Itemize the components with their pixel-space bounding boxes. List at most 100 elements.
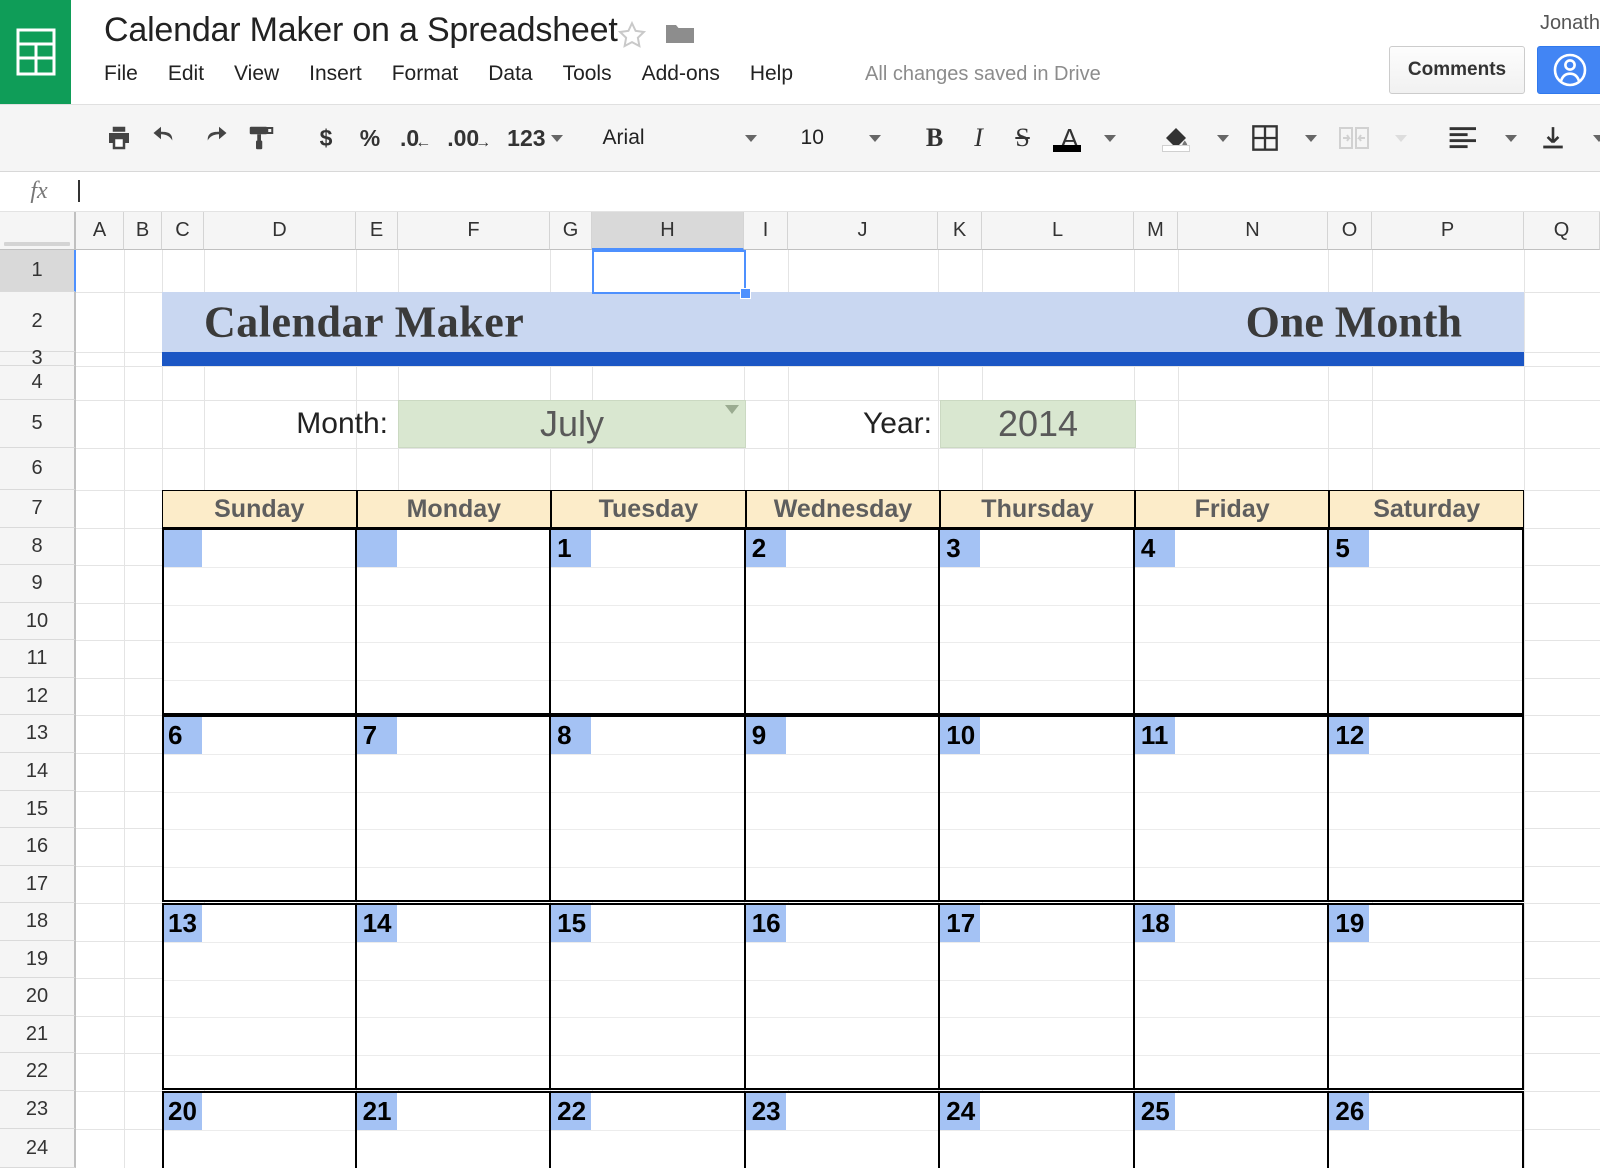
menu-item-edit[interactable]: Edit bbox=[168, 62, 220, 86]
calendar-day-cell[interactable]: 26 bbox=[1329, 1093, 1522, 1168]
percent-format-button[interactable]: % bbox=[348, 114, 392, 162]
share-button[interactable] bbox=[1537, 46, 1600, 94]
redo-icon[interactable] bbox=[190, 114, 238, 162]
increase-decimal-button[interactable]: .00 → bbox=[439, 114, 499, 162]
calendar-day-cell[interactable]: 20 bbox=[164, 1093, 357, 1168]
undo-icon[interactable] bbox=[142, 114, 190, 162]
row-header-10[interactable]: 10 bbox=[0, 603, 76, 640]
calendar-day-cell[interactable]: 19 bbox=[1329, 905, 1522, 1088]
menu-item-addons[interactable]: Add-ons bbox=[642, 62, 736, 86]
row-header-24[interactable]: 24 bbox=[0, 1129, 76, 1168]
calendar-day-cell[interactable] bbox=[356, 530, 552, 713]
column-header-q[interactable]: Q bbox=[1524, 212, 1600, 250]
italic-button[interactable]: I bbox=[957, 114, 1001, 162]
row-header-17[interactable]: 17 bbox=[0, 866, 76, 903]
row-header-6[interactable]: 6 bbox=[0, 448, 76, 490]
column-header-p[interactable]: P bbox=[1372, 212, 1524, 250]
row-header-18[interactable]: 18 bbox=[0, 903, 76, 941]
comments-button[interactable]: Comments bbox=[1389, 46, 1525, 94]
text-color-dropdown[interactable] bbox=[1089, 114, 1133, 162]
row-header-19[interactable]: 19 bbox=[0, 941, 76, 978]
row-header-23[interactable]: 23 bbox=[0, 1091, 76, 1129]
font-family-dropdown[interactable]: Arial bbox=[591, 114, 769, 162]
menu-item-insert[interactable]: Insert bbox=[309, 62, 378, 86]
calendar-day-cell[interactable]: 9 bbox=[745, 717, 941, 900]
active-cell-selection[interactable] bbox=[592, 250, 746, 294]
column-header-m[interactable]: M bbox=[1134, 212, 1178, 250]
column-header-b[interactable]: B bbox=[124, 212, 162, 250]
calendar-day-cell[interactable]: 7 bbox=[356, 717, 552, 900]
column-header-i[interactable]: I bbox=[744, 212, 788, 250]
calendar-day-cell[interactable]: 24 bbox=[940, 1093, 1135, 1168]
row-header-13[interactable]: 13 bbox=[0, 715, 76, 753]
folder-icon[interactable] bbox=[665, 22, 695, 46]
strikethrough-button[interactable]: S bbox=[1001, 114, 1045, 162]
calendar-day-cell[interactable]: 4 bbox=[1134, 530, 1330, 713]
row-header-15[interactable]: 15 bbox=[0, 791, 76, 828]
calendar-day-cell[interactable]: 13 bbox=[164, 905, 357, 1088]
sheets-logo-icon[interactable] bbox=[0, 0, 71, 104]
calendar-day-cell[interactable]: 25 bbox=[1134, 1093, 1330, 1168]
column-header-h[interactable]: H bbox=[592, 212, 744, 250]
select-all-corner[interactable] bbox=[0, 212, 76, 250]
chevron-down-icon[interactable] bbox=[725, 405, 739, 414]
calendar-day-cell[interactable]: 17 bbox=[940, 905, 1135, 1088]
calendar-day-cell[interactable]: 12 bbox=[1329, 717, 1522, 900]
vertical-align-dropdown[interactable] bbox=[1575, 114, 1600, 162]
selection-fill-handle[interactable] bbox=[740, 288, 751, 299]
row-header-7[interactable]: 7 bbox=[0, 490, 76, 528]
calendar-day-cell[interactable]: 16 bbox=[745, 905, 941, 1088]
column-header-g[interactable]: G bbox=[550, 212, 592, 250]
print-icon[interactable] bbox=[96, 114, 142, 162]
calendar-day-cell[interactable]: 11 bbox=[1134, 717, 1330, 900]
fill-color-icon[interactable] bbox=[1153, 114, 1199, 162]
number-format-dropdown[interactable]: 123 bbox=[499, 114, 570, 162]
menu-item-file[interactable]: File bbox=[104, 62, 154, 86]
align-dropdown[interactable] bbox=[1487, 114, 1531, 162]
calendar-day-cell[interactable]: 8 bbox=[551, 717, 746, 900]
year-picker[interactable]: 2014 bbox=[940, 400, 1136, 448]
menu-item-tools[interactable]: Tools bbox=[563, 62, 628, 86]
column-header-k[interactable]: K bbox=[938, 212, 982, 250]
menu-item-view[interactable]: View bbox=[234, 62, 295, 86]
calendar-day-cell[interactable]: 1 bbox=[551, 530, 746, 713]
menu-item-help[interactable]: Help bbox=[750, 62, 809, 86]
borders-icon[interactable] bbox=[1243, 114, 1287, 162]
calendar-day-cell[interactable]: 18 bbox=[1134, 905, 1330, 1088]
calendar-day-cell[interactable]: 6 bbox=[164, 717, 357, 900]
row-header-3[interactable]: 3 bbox=[0, 347, 76, 369]
calendar-day-cell[interactable]: 23 bbox=[745, 1093, 941, 1168]
column-header-o[interactable]: O bbox=[1328, 212, 1372, 250]
row-header-16[interactable]: 16 bbox=[0, 828, 76, 866]
column-header-l[interactable]: L bbox=[982, 212, 1134, 250]
row-header-2[interactable]: 2 bbox=[0, 292, 76, 352]
formula-input[interactable] bbox=[78, 180, 1600, 203]
row-header-8[interactable]: 8 bbox=[0, 528, 76, 565]
paint-format-icon[interactable] bbox=[238, 114, 284, 162]
row-header-14[interactable]: 14 bbox=[0, 753, 76, 791]
column-header-a[interactable]: A bbox=[76, 212, 124, 250]
text-color-button[interactable]: A bbox=[1045, 114, 1089, 162]
column-header-j[interactable]: J bbox=[788, 212, 938, 250]
calendar-day-cell[interactable]: 22 bbox=[551, 1093, 746, 1168]
account-name[interactable]: Jonath bbox=[1540, 12, 1600, 35]
calendar-day-cell[interactable]: 14 bbox=[356, 905, 552, 1088]
calendar-day-cell[interactable]: 3 bbox=[940, 530, 1135, 713]
cell-area[interactable]: Calendar Maker One Month Month: July Year: 20… bbox=[76, 250, 1600, 1168]
menu-item-format[interactable]: Format bbox=[392, 62, 475, 86]
font-size-dropdown[interactable]: 10 bbox=[789, 114, 893, 162]
calendar-day-cell[interactable]: 10 bbox=[940, 717, 1135, 900]
column-header-d[interactable]: D bbox=[204, 212, 356, 250]
row-header-11[interactable]: 11 bbox=[0, 640, 76, 678]
calendar-day-cell[interactable]: 2 bbox=[745, 530, 941, 713]
spreadsheet-grid[interactable]: ABCDEFGHIJKLMNOPQ 1 2 3 4 5 6 7 8 9 10 11 12 13 14 15 1… bbox=[0, 212, 1600, 1168]
column-header-e[interactable]: E bbox=[356, 212, 398, 250]
calendar-day-cell[interactable]: 15 bbox=[551, 905, 746, 1088]
row-header-21[interactable]: 21 bbox=[0, 1016, 76, 1053]
column-header-n[interactable]: N bbox=[1178, 212, 1328, 250]
row-header-12[interactable]: 12 bbox=[0, 678, 76, 715]
page-title[interactable]: Calendar Maker on a Spreadsheet bbox=[104, 11, 618, 50]
borders-dropdown[interactable] bbox=[1287, 114, 1331, 162]
bold-button[interactable]: B bbox=[913, 114, 957, 162]
currency-format-button[interactable]: $ bbox=[304, 114, 348, 162]
